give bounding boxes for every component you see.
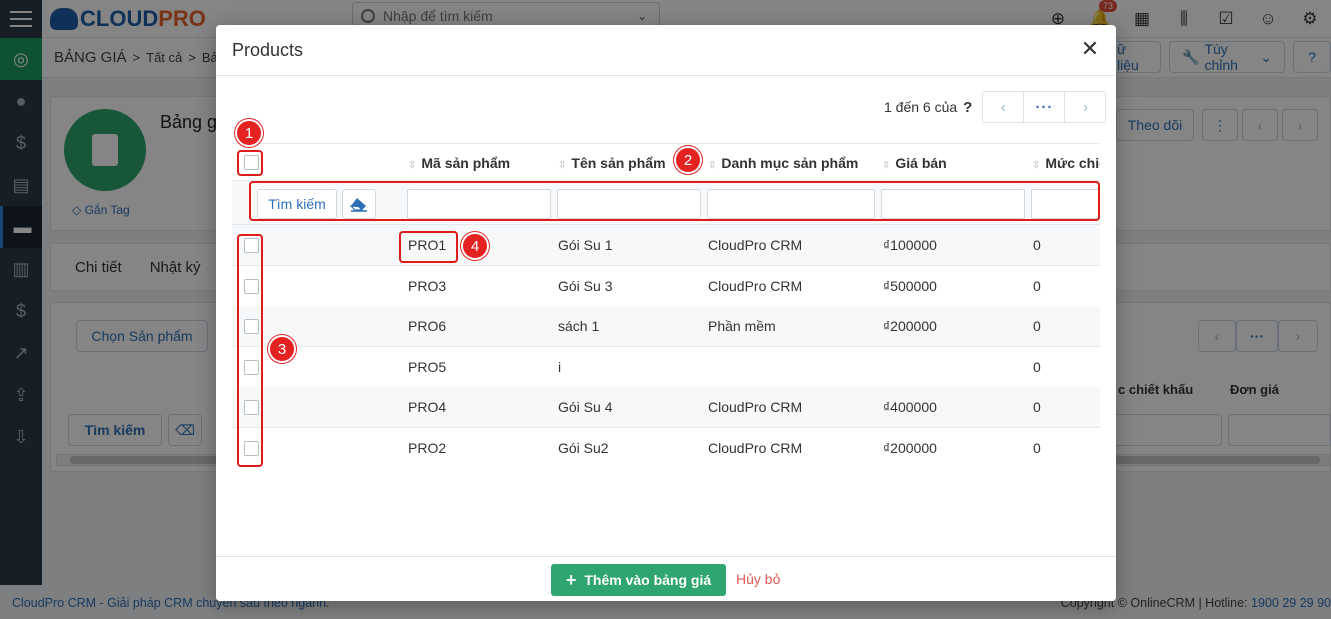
product-name-cell: Gói Su 1 <box>558 237 613 253</box>
product-name-cell: Gói Su2 <box>558 439 609 456</box>
annotation-box-select-all <box>237 150 263 176</box>
sort-icon: ⇳ <box>708 160 717 171</box>
product-code-cell: PRO5 <box>408 358 447 375</box>
pagination: 1 đến 6 của ? ‹ ··· › <box>884 91 1107 123</box>
price-cell: ₫500000 <box>883 277 937 294</box>
add-to-pricebook-label: Thêm vào bảng giá <box>584 572 712 588</box>
price-cell: ₫200000 <box>883 318 937 334</box>
modal-footer: + Thêm vào bảng giá Hủy bỏ <box>216 556 1116 601</box>
add-to-pricebook-button[interactable]: + Thêm vào bảng giá <box>551 564 726 596</box>
more-pages-button[interactable]: ··· <box>1023 92 1066 122</box>
column-price[interactable]: ⇳ Giá bán <box>882 155 947 171</box>
sort-icon: ⇳ <box>1032 160 1041 171</box>
modal-header: Products ✕ <box>216 25 1116 76</box>
column-product-name[interactable]: ⇳ Tên sản phẩm <box>558 155 666 171</box>
sort-icon: ⇳ <box>408 160 417 171</box>
price-cell: ₫400000 <box>883 399 937 415</box>
table-row[interactable]: PRO3 Gói Su 3 CloudPro CRM ₫500000 0 <box>232 265 1100 307</box>
price-cell: ₫200000 <box>883 439 937 456</box>
annotation-marker-1: 1 <box>235 119 263 147</box>
product-category-cell: Phần mềm <box>708 318 776 334</box>
product-code-cell: PRO6 <box>408 318 447 334</box>
discount-cell: 0 <box>1033 237 1041 253</box>
discount-cell: 0 <box>1033 439 1041 456</box>
annotation-marker-4: 4 <box>461 232 489 260</box>
annotation-box-row-checkboxes <box>237 234 263 467</box>
next-page-icon[interactable]: › <box>1065 92 1106 122</box>
discount-cell: 0 <box>1033 399 1041 415</box>
modal-title: Products <box>232 40 304 60</box>
product-name-cell: Gói Su 3 <box>558 277 613 294</box>
annotation-box-product-code <box>399 231 458 263</box>
table-row[interactable]: PRO5 i 0 <box>232 346 1100 388</box>
product-code-cell: PRO3 <box>408 277 447 294</box>
discount-cell: 0 <box>1033 358 1041 375</box>
price-cell: ₫100000 <box>883 237 937 253</box>
table-row[interactable]: PRO4 Gói Su 4 CloudPro CRM ₫400000 0 <box>232 387 1100 428</box>
discount-cell: 0 <box>1033 318 1041 334</box>
product-name-cell: i <box>558 358 562 375</box>
product-name-cell: sách 1 <box>558 318 600 334</box>
pagination-range: 1 đến 6 của <box>884 99 958 115</box>
sort-icon: ⇳ <box>882 160 891 171</box>
column-discount-level[interactable]: ⇳Mức chiế <box>1032 155 1100 171</box>
plus-icon: + <box>565 570 577 590</box>
annotation-marker-2: 2 <box>674 146 702 174</box>
products-modal: Products ✕ 1 đến 6 của ? ‹ ··· › ⇳ Mã sản… <box>216 25 1116 601</box>
product-category-cell: CloudPro CRM <box>708 399 803 415</box>
product-name-cell: Gói Su 4 <box>558 399 613 415</box>
annotation-box-filter-row <box>249 181 1100 221</box>
table-row[interactable]: PRO6 sách 1 Phần mềm ₫200000 0 <box>232 306 1100 347</box>
close-icon[interactable]: ✕ <box>1078 37 1102 61</box>
column-product-code[interactable]: ⇳ Mã sản phẩm <box>408 155 510 171</box>
prev-page-icon[interactable]: ‹ <box>983 92 1024 122</box>
discount-cell: 0 <box>1033 277 1041 294</box>
product-category-cell: CloudPro CRM <box>708 237 803 253</box>
product-category-cell: CloudPro CRM <box>708 439 803 456</box>
table-header: ⇳ Mã sản phẩm ⇳ Tên sản phẩm ⇳ Danh mục sản… <box>232 143 1100 181</box>
total-count-button[interactable]: ? <box>963 99 972 116</box>
table-row[interactable]: PRO2 Gói Su2 CloudPro CRM ₫200000 0 <box>232 427 1100 468</box>
cancel-button[interactable]: Hủy bỏ <box>736 571 780 587</box>
column-product-category[interactable]: ⇳ Danh mục sản phẩm <box>708 155 858 171</box>
sort-icon: ⇳ <box>558 160 567 171</box>
product-code-cell: PRO2 <box>408 439 447 456</box>
table-row[interactable]: PRO1 Gói Su 1 CloudPro CRM ₫100000 0 <box>232 225 1100 266</box>
annotation-marker-3: 3 <box>268 335 296 363</box>
product-code-cell: PRO4 <box>408 399 447 415</box>
product-category-cell: CloudPro CRM <box>708 277 803 294</box>
